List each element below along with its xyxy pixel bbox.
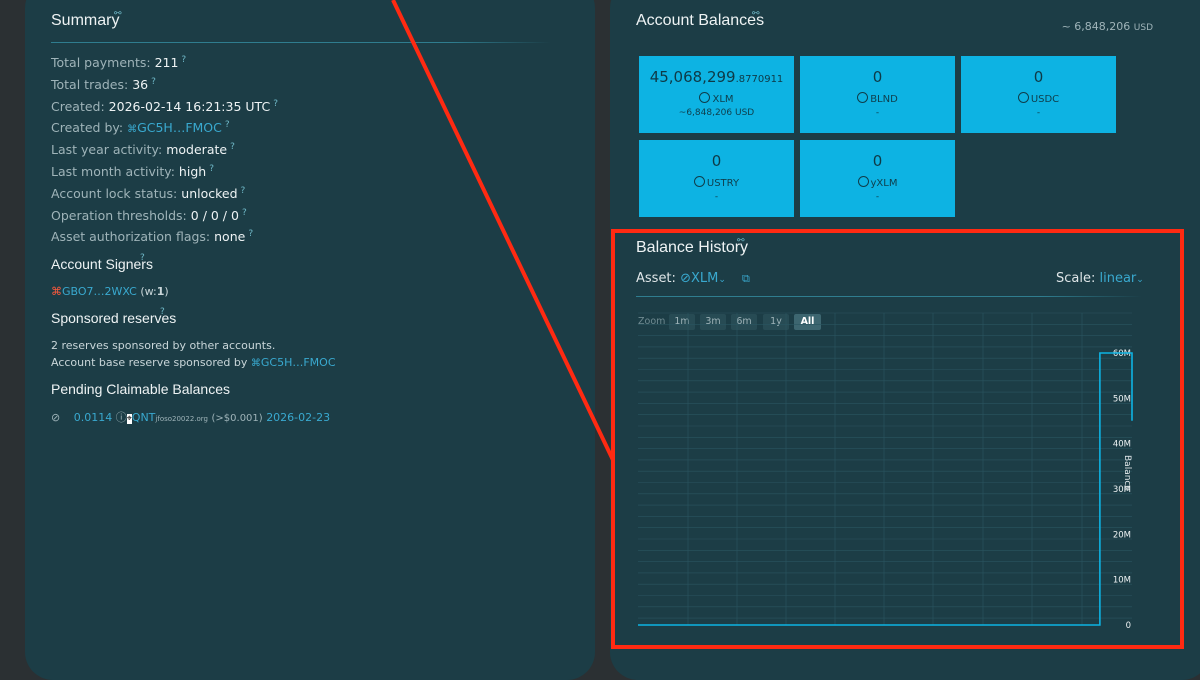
highlight-pointer (391, 0, 615, 461)
